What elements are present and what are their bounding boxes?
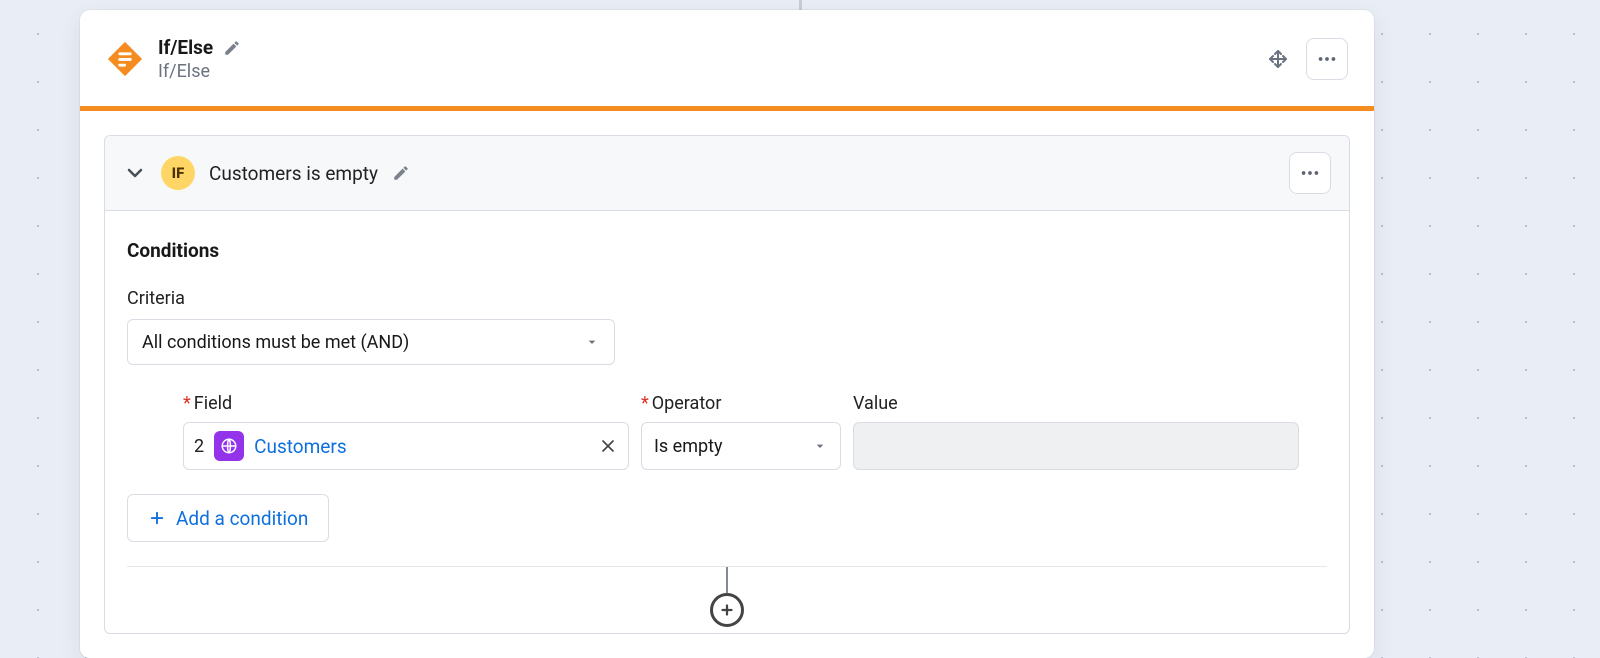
- step-more-button[interactable]: [1306, 38, 1348, 80]
- if-else-step-card: If/Else If/Else: [80, 10, 1374, 658]
- operator-select[interactable]: Is empty: [641, 422, 841, 470]
- criteria-label: Criteria: [127, 288, 1327, 309]
- globe-icon: [214, 431, 244, 461]
- add-condition-button[interactable]: Add a condition: [127, 494, 329, 542]
- operator-column-label: * Operator: [641, 393, 841, 414]
- step-header: If/Else If/Else: [80, 10, 1374, 106]
- required-asterisk: *: [183, 393, 191, 414]
- step-title: If/Else: [158, 36, 213, 59]
- criteria-select[interactable]: All conditions must be met (AND): [127, 319, 615, 365]
- chevron-down-icon: [584, 334, 600, 350]
- edit-branch-name-icon[interactable]: [392, 164, 410, 182]
- conditions-heading: Conditions: [127, 239, 1327, 262]
- field-column-label: * Field: [183, 393, 629, 414]
- branch-name: Customers is empty: [209, 162, 378, 185]
- connector-line: [726, 567, 728, 593]
- branch-more-button[interactable]: [1289, 152, 1331, 194]
- if-else-node-icon: [106, 40, 144, 78]
- if-branch-panel: IF Customers is empty Conditions Criteri…: [104, 135, 1350, 634]
- required-asterisk: *: [641, 393, 649, 414]
- if-badge: IF: [161, 156, 195, 190]
- move-icon[interactable]: [1266, 47, 1290, 71]
- field-variable-name: Customers: [254, 435, 347, 458]
- step-subtitle: If/Else: [158, 61, 241, 82]
- field-step-number: 2: [194, 436, 204, 457]
- criteria-value: All conditions must be met (AND): [142, 332, 584, 353]
- plus-icon: [148, 509, 166, 527]
- chevron-down-icon: [812, 438, 828, 454]
- value-column-label: Value: [853, 393, 1299, 414]
- value-input-disabled: [853, 422, 1299, 470]
- collapse-icon[interactable]: [123, 161, 147, 185]
- field-input[interactable]: 2 Customers: [183, 422, 629, 470]
- branch-next-step-area: [127, 567, 1327, 627]
- operator-value: Is empty: [654, 436, 812, 457]
- branch-header: IF Customers is empty: [105, 136, 1349, 211]
- add-step-button[interactable]: [710, 593, 744, 627]
- edit-title-icon[interactable]: [223, 39, 241, 57]
- add-condition-label: Add a condition: [176, 507, 308, 530]
- condition-row: * Field 2 Customers: [127, 393, 1327, 470]
- clear-field-icon[interactable]: [598, 436, 618, 456]
